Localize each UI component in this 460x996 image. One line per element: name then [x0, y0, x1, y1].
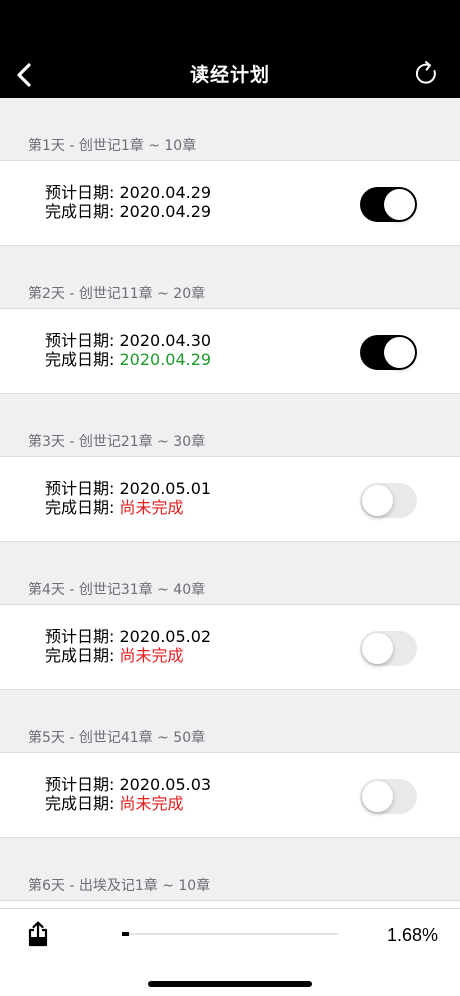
home-indicator[interactable]: [148, 981, 312, 987]
day-cell: 预计日期: 2020.04.30 完成日期: 2020.04.29: [0, 308, 460, 394]
planned-date: 预计日期: 2020.04.29: [45, 183, 212, 202]
completion-toggle[interactable]: [360, 187, 417, 222]
completed-date-value: 2020.04.29: [119, 350, 212, 369]
completion-toggle[interactable]: [360, 631, 417, 666]
plan-list[interactable]: 第1天 - 创世记1章 ~ 10章 预计日期: 2020.04.29 完成日期:…: [0, 98, 460, 908]
share-icon: [28, 921, 48, 947]
day-cell: 预计日期: 2020.05.03 完成日期: 尚未完成: [0, 752, 460, 838]
planned-date: 预计日期: 2020.05.02: [45, 627, 212, 646]
completed-date-value: 尚未完成: [119, 498, 184, 517]
completed-date-row: 完成日期: 尚未完成: [45, 498, 211, 517]
page-title: 读经计划: [189, 64, 270, 86]
toggle-knob: [362, 633, 393, 664]
day-header: 第4天 - 创世记31章 ~ 40章: [28, 582, 206, 598]
day-header: 第3天 - 创世记21章 ~ 30章: [28, 434, 206, 450]
completed-date-value: 2020.04.29: [119, 202, 212, 221]
completed-date-row: 完成日期: 尚未完成: [45, 646, 211, 665]
day-cell: 预计日期: 2020.04.29 完成日期: 2020.04.29: [0, 160, 460, 246]
toggle-knob: [362, 485, 393, 516]
progress-fill: [122, 932, 129, 936]
completed-date-label: 完成日期:: [45, 202, 120, 221]
toggle-knob: [384, 189, 415, 220]
share-button[interactable]: [26, 921, 50, 947]
planned-date: 预计日期: 2020.05.01: [45, 479, 212, 498]
completed-date-label: 完成日期:: [45, 498, 120, 517]
nav-bar: 读经计划: [0, 0, 460, 98]
refresh-button[interactable]: [412, 58, 442, 90]
completed-date-label: 完成日期:: [45, 794, 120, 813]
day-header: 第2天 - 创世记11章 ~ 20章: [28, 286, 206, 302]
completion-toggle[interactable]: [360, 335, 417, 370]
completed-date-label: 完成日期:: [45, 646, 120, 665]
completion-toggle[interactable]: [360, 483, 417, 518]
completed-date-value: 尚未完成: [119, 794, 184, 813]
completed-date-label: 完成日期:: [45, 350, 120, 369]
progress-percent: 1.68%: [386, 925, 438, 945]
bottom-toolbar: 1.68%: [0, 908, 460, 996]
day-cell: [0, 900, 460, 908]
day-cell: 预计日期: 2020.05.02 完成日期: 尚未完成: [0, 604, 460, 690]
completion-toggle[interactable]: [360, 779, 417, 814]
completed-date-row: 完成日期: 2020.04.29: [45, 350, 211, 369]
day-cell: 预计日期: 2020.05.01 完成日期: 尚未完成: [0, 456, 460, 542]
completed-date-value: 尚未完成: [119, 646, 184, 665]
toggle-knob: [362, 781, 393, 812]
day-header: 第5天 - 创世记41章 ~ 50章: [28, 730, 206, 746]
planned-date: 预计日期: 2020.05.03: [45, 775, 212, 794]
day-header: 第6天 - 出埃及记1章 ~ 10章: [28, 878, 211, 894]
completed-date-row: 完成日期: 2020.04.29: [45, 202, 211, 221]
reading-progress-bar: [122, 932, 338, 936]
refresh-icon: [415, 61, 436, 84]
day-header: 第1天 - 创世记1章 ~ 10章: [28, 138, 197, 154]
completed-date-row: 完成日期: 尚未完成: [45, 794, 211, 813]
planned-date: 预计日期: 2020.04.30: [45, 331, 212, 350]
toggle-knob: [384, 337, 415, 368]
